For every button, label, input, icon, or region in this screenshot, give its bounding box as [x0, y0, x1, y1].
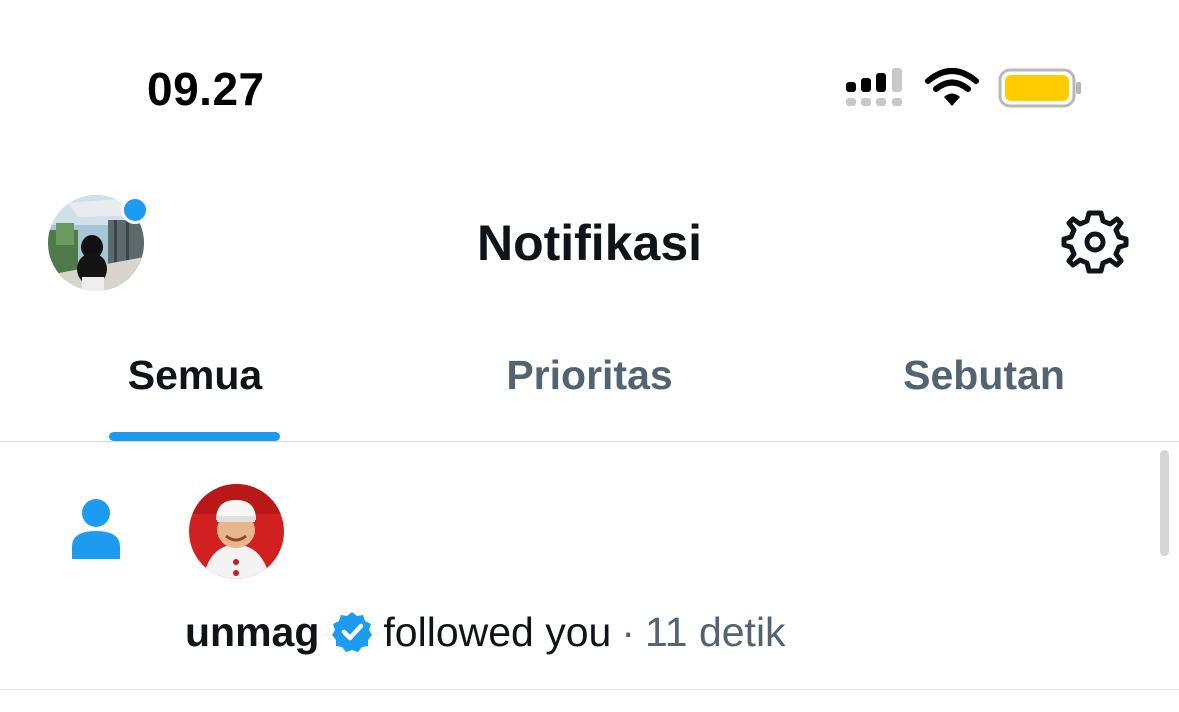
gear-icon[interactable] — [1060, 207, 1130, 277]
scrollbar[interactable] — [1160, 450, 1169, 556]
notification-text: unmag followed you · 11 detik — [185, 606, 786, 658]
follower-avatar[interactable] — [189, 484, 284, 579]
verified-badge-icon — [332, 612, 373, 652]
separator-dot: · — [621, 609, 635, 655]
battery-icon — [998, 68, 1081, 108]
tab-prioritas[interactable]: Prioritas — [393, 350, 786, 400]
notification-action: followed you — [383, 609, 612, 655]
page-title: Notifikasi — [476, 215, 703, 271]
tab-semua[interactable]: Semua — [0, 350, 390, 400]
cellular-signal-icon — [846, 68, 902, 106]
tabs-divider — [0, 441, 1179, 442]
tab-sebutan[interactable]: Sebutan — [789, 350, 1179, 400]
username-link[interactable]: unmag — [185, 606, 319, 658]
row-divider — [0, 689, 1179, 690]
status-time: 09.27 — [147, 63, 265, 115]
active-tab-indicator — [109, 432, 280, 441]
person-icon — [72, 499, 120, 559]
notification-time: 11 detik — [645, 609, 786, 655]
wifi-icon — [925, 68, 979, 106]
